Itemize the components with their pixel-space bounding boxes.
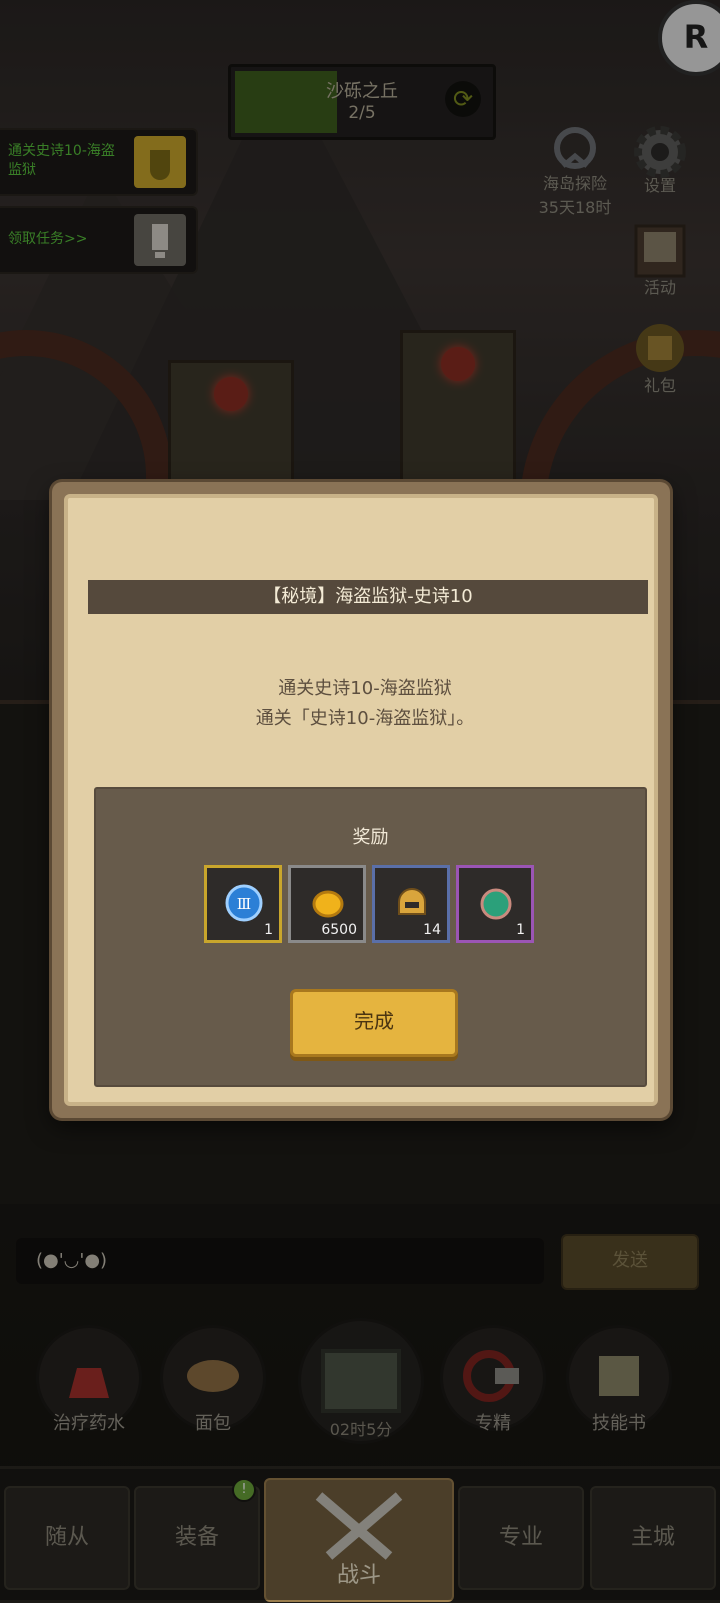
dialog-title: 【秘境】海盗监狱-史诗10 (263, 586, 473, 607)
roman-three-medal-icon: Ⅲ (225, 884, 263, 922)
reward-slot[interactable]: Ⅲ 1 (204, 865, 282, 943)
gem-icon (480, 888, 512, 920)
reward-qty: 6500 (321, 922, 357, 938)
dialog-title-band: 【秘境】海盗监狱-史诗10 (88, 580, 648, 614)
helmet-icon (398, 888, 426, 915)
reward-panel: 奖励 Ⅲ 1 6500 14 1 完成 (94, 787, 647, 1087)
reward-title: 奖励 (352, 827, 389, 848)
reward-qty: 14 (423, 922, 441, 938)
quest-description: 通关「史诗10-海盗监狱」。 (255, 708, 475, 729)
quest-complete-dialog: 【秘境】海盗监狱-史诗10 通关史诗10-海盗监狱 通关「史诗10-海盗监狱」。… (52, 482, 670, 1118)
reward-slot[interactable]: 1 (456, 865, 534, 943)
svg-text:Ⅲ: Ⅲ (237, 895, 251, 913)
reward-slot[interactable]: 6500 (288, 865, 366, 943)
dialog-paper: 【秘境】海盗监狱-史诗10 通关史诗10-海盗监狱 通关「史诗10-海盗监狱」。… (64, 494, 658, 1106)
quest-description-title: 通关史诗10-海盗监狱 (278, 678, 452, 699)
reward-slot[interactable]: 14 (372, 865, 450, 943)
gold-coin-icon (312, 890, 344, 918)
complete-button[interactable]: 完成 (290, 989, 458, 1057)
reward-qty: 1 (264, 922, 273, 938)
reward-qty: 1 (516, 922, 525, 938)
